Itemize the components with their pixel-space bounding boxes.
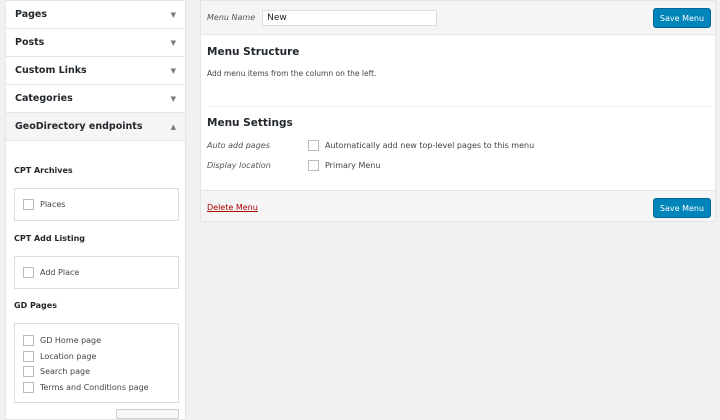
accordion-posts[interactable]: Posts ▼	[6, 29, 185, 57]
checkbox[interactable]	[308, 140, 319, 152]
accordion-label: Categories	[15, 93, 73, 104]
section-title: GD Pages	[14, 301, 57, 310]
checkbox-label: Location page	[40, 351, 97, 361]
accordion-label: Custom Links	[15, 65, 87, 76]
checkbox-item[interactable]: Add Place	[23, 265, 170, 281]
checkbox-label: Primary Menu	[325, 161, 381, 171]
checkbox[interactable]	[23, 335, 34, 347]
checkbox[interactable]	[23, 350, 34, 362]
checkbox-item[interactable]: Search page	[23, 364, 170, 380]
gd-pages-list: GD Home page Location page Search page T…	[14, 323, 179, 403]
display-location-row: Display location Primary Menu	[207, 158, 380, 174]
accordion-label: GeoDirectory endpoints	[15, 121, 143, 132]
checkbox-label: Automatically add new top-level pages to…	[325, 141, 535, 151]
accordion-label: Pages	[15, 9, 48, 20]
arrow-down-icon: ▼	[170, 94, 176, 103]
cpt-archives-list: Places	[14, 188, 179, 221]
accordion-label: Posts	[15, 37, 45, 48]
save-menu-button[interactable]: Save Menu	[653, 198, 711, 218]
checkbox[interactable]	[308, 160, 319, 172]
checkbox-label: Terms and Conditions page	[40, 382, 149, 392]
checkbox-label: Places	[40, 200, 66, 210]
checkbox-item[interactable]: Places	[23, 197, 170, 213]
checkbox[interactable]	[23, 366, 34, 378]
menu-footer: Delete Menu Save Menu	[201, 190, 715, 221]
section-title: CPT Add Listing	[14, 234, 85, 243]
checkbox-item[interactable]: Terms and Conditions page	[23, 380, 170, 396]
delete-menu-link[interactable]: Delete Menu	[207, 203, 258, 212]
checkbox-label: Add Place	[40, 268, 80, 278]
menu-structure-title: Menu Structure	[207, 46, 300, 58]
primary-menu-checkbox-item[interactable]: Primary Menu	[308, 158, 380, 174]
divider	[207, 106, 711, 107]
arrow-down-icon: ▼	[170, 10, 176, 19]
checkbox-label: GD Home page	[40, 336, 102, 346]
checkbox-item[interactable]: Location page	[23, 349, 170, 365]
accordion-pages[interactable]: Pages ▼	[6, 1, 185, 29]
auto-add-label: Auto add pages	[207, 141, 270, 151]
display-location-label: Display location	[207, 161, 271, 171]
auto-add-pages-row: Auto add pages Automatically add new top…	[207, 138, 534, 154]
cpt-add-listing-list: Add Place	[14, 256, 179, 289]
auto-add-checkbox-item[interactable]: Automatically add new top-level pages to…	[308, 138, 534, 154]
accordion-custom-links[interactable]: Custom Links ▼	[6, 57, 185, 85]
menu-structure-description: Add menu items from the column on the le…	[207, 69, 377, 78]
add-menu-items-panel: Pages ▼ Posts ▼ Custom Links ▼ Categories ▼ …	[5, 0, 186, 420]
arrow-down-icon: ▼	[170, 66, 176, 75]
accordion-geodirectory-endpoints[interactable]: GeoDirectory endpoints ▲	[6, 113, 185, 141]
section-title: CPT Archives	[14, 166, 73, 175]
save-menu-button[interactable]: Save Menu	[653, 8, 711, 28]
menu-management-panel: Menu Name Save Menu Menu Structure Add m…	[200, 0, 716, 222]
arrow-up-icon: ▲	[170, 122, 176, 131]
checkbox-label: Search page	[40, 367, 91, 377]
menu-name-label: Menu Name	[207, 13, 256, 22]
accordion-categories[interactable]: Categories ▼	[6, 85, 185, 113]
checkbox-item[interactable]: GD Home page	[23, 333, 170, 349]
arrow-down-icon: ▼	[170, 38, 176, 47]
checkbox[interactable]	[23, 199, 34, 211]
menu-name-input[interactable]	[262, 9, 438, 26]
menu-header: Menu Name Save Menu	[201, 1, 715, 35]
menu-settings-title: Menu Settings	[207, 117, 293, 129]
checkbox[interactable]	[23, 381, 34, 393]
checkbox[interactable]	[23, 267, 34, 279]
